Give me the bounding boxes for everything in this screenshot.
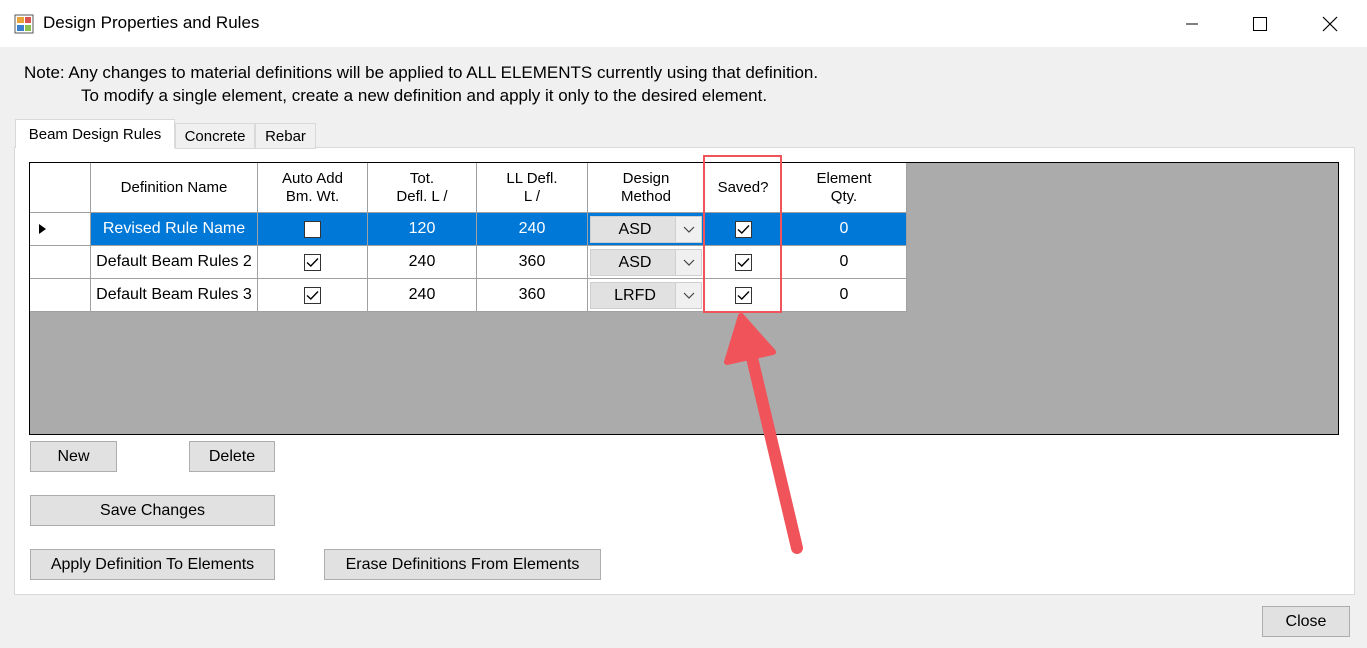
saved-checkbox[interactable] (734, 253, 752, 271)
title-bar: Design Properties and Rules (0, 0, 1367, 47)
apply-definition-button[interactable]: Apply Definition To Elements (30, 549, 275, 580)
close-window-button[interactable] (1296, 0, 1364, 47)
auto-add-checkbox-cell[interactable] (258, 246, 368, 279)
minimize-icon (1186, 23, 1198, 24)
header-auto-add[interactable]: Auto Add Bm. Wt. (258, 163, 368, 213)
ll-defl-cell[interactable]: 360 (477, 246, 588, 279)
row-header[interactable] (30, 213, 91, 246)
ll-defl-cell[interactable]: 360 (477, 279, 588, 312)
window-title: Design Properties and Rules (43, 13, 260, 32)
maximize-button[interactable] (1226, 0, 1294, 47)
check-icon (306, 290, 319, 300)
header-definition-name[interactable]: Definition Name (91, 163, 258, 213)
tab-rebar[interactable]: Rebar (255, 123, 316, 149)
saved-checkbox-cell[interactable] (705, 213, 782, 246)
ll-defl-cell[interactable]: 240 (477, 213, 588, 246)
check-icon (737, 290, 750, 300)
note-line-2: To modify a single element, create a new… (81, 86, 768, 105)
check-icon (306, 257, 319, 267)
save-changes-button[interactable]: Save Changes (30, 495, 275, 526)
header-tot-defl[interactable]: Tot. Defl. L / (368, 163, 477, 213)
corner-header (30, 163, 91, 213)
tot-defl-cell[interactable]: 120 (368, 213, 477, 246)
note-text: Note: Any changes to material definition… (24, 61, 818, 107)
header-element-qty[interactable]: Element Qty. (782, 163, 907, 213)
saved-checkbox[interactable] (734, 220, 752, 238)
check-icon (737, 257, 750, 267)
saved-checkbox-cell[interactable] (705, 279, 782, 312)
element-qty-cell[interactable]: 0 (782, 279, 907, 312)
tot-defl-cell[interactable]: 240 (368, 246, 477, 279)
row-header[interactable] (30, 246, 91, 279)
saved-checkbox[interactable] (734, 286, 752, 304)
check-icon (737, 224, 750, 234)
row-header[interactable] (30, 279, 91, 312)
header-saved[interactable]: Saved? (705, 163, 782, 213)
saved-checkbox-cell[interactable] (705, 246, 782, 279)
tot-defl-cell[interactable]: 240 (368, 279, 477, 312)
auto-add-checkbox[interactable] (304, 253, 321, 271)
element-qty-cell[interactable]: 0 (782, 246, 907, 279)
header-design-method[interactable]: Design Method (588, 163, 705, 213)
design-method-dropdown[interactable]: ASD (590, 216, 702, 243)
rules-grid[interactable]: Definition Name Auto Add Bm. Wt. Tot. Defl… (29, 162, 1339, 435)
close-button[interactable]: Close (1262, 606, 1350, 637)
app-icon (14, 14, 34, 34)
auto-add-checkbox[interactable] (304, 220, 321, 238)
table-row-name[interactable]: Default Beam Rules 2 (91, 246, 258, 279)
chevron-down-icon[interactable] (675, 217, 701, 242)
minimize-button[interactable] (1158, 0, 1226, 47)
auto-add-checkbox-cell[interactable] (258, 213, 368, 246)
close-icon (1322, 16, 1338, 31)
tab-label: Rebar (265, 127, 306, 145)
design-method-dropdown[interactable]: ASD (590, 249, 702, 276)
table-row-name[interactable]: Default Beam Rules 3 (91, 279, 258, 312)
delete-button[interactable]: Delete (189, 441, 275, 472)
tab-label: Concrete (184, 127, 246, 145)
new-button[interactable]: New (30, 441, 117, 472)
chevron-down-icon[interactable] (675, 283, 701, 308)
auto-add-checkbox[interactable] (304, 286, 321, 304)
current-row-arrow-icon (39, 224, 46, 234)
note-line-1: Note: Any changes to material definition… (24, 63, 819, 82)
header-ll-defl[interactable]: LL Defl. L / (477, 163, 588, 213)
design-method-dropdown[interactable]: LRFD (590, 282, 702, 309)
tab-beam-design-rules[interactable]: Beam Design Rules (15, 119, 175, 148)
table-row-name[interactable]: Revised Rule Name (91, 213, 258, 246)
maximize-icon (1253, 16, 1267, 31)
erase-definitions-button[interactable]: Erase Definitions From Elements (324, 549, 601, 580)
chevron-down-icon[interactable] (675, 250, 701, 275)
tab-label: Beam Design Rules (28, 125, 162, 143)
element-qty-cell[interactable]: 0 (782, 213, 907, 246)
auto-add-checkbox-cell[interactable] (258, 279, 368, 312)
tab-concrete[interactable]: Concrete (175, 123, 255, 149)
